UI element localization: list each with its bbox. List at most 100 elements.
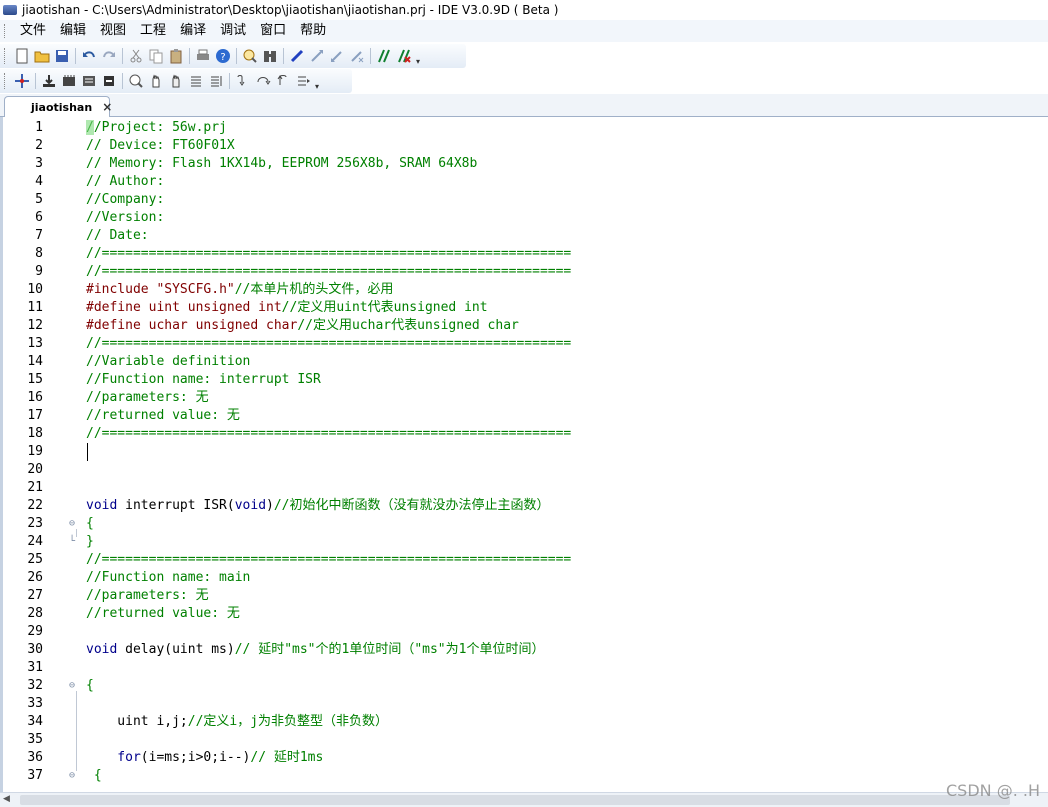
toolbar-grip[interactable] [4, 48, 8, 64]
tab-bar: jiaotishan × [0, 94, 1048, 117]
zoom-icon[interactable] [127, 72, 145, 90]
line-number: 17 [27, 408, 43, 423]
code-line[interactable]: 18 //====================================… [3, 425, 1048, 443]
line-number: 1 [35, 120, 43, 135]
menu-view[interactable]: 视图 [93, 20, 133, 42]
code-line[interactable]: 28 //returned value: 无 [3, 605, 1048, 623]
redo-icon[interactable] [100, 47, 118, 65]
bookmark-next-icon[interactable] [308, 47, 326, 65]
help-icon[interactable]: ? [214, 47, 232, 65]
download-icon[interactable] [40, 72, 58, 90]
code-text: //Version: [86, 210, 165, 225]
menu-build[interactable]: 编译 [173, 20, 213, 42]
cut-icon[interactable] [127, 47, 145, 65]
code-line[interactable]: 21 [3, 479, 1048, 497]
code-line[interactable]: 6 //Version: [3, 209, 1048, 227]
menu-debug[interactable]: 调试 [213, 20, 253, 42]
code-line[interactable]: 23 ⊖{ [3, 515, 1048, 533]
code-line[interactable]: 12 #define uchar unsigned char//定义用uchar代… [3, 317, 1048, 335]
save-icon[interactable] [53, 47, 71, 65]
toolbar-separator [122, 73, 123, 89]
code-text: // Date: [86, 228, 149, 243]
find-icon[interactable] [241, 47, 259, 65]
menu-window[interactable]: 窗口 [253, 20, 293, 42]
code-line[interactable]: 5 //Company: [3, 191, 1048, 209]
memory-icon[interactable] [60, 72, 78, 90]
line-number: 19 [27, 444, 43, 459]
code-line[interactable]: 31 [3, 659, 1048, 677]
scrollbar-thumb[interactable] [20, 795, 1010, 805]
reset-icon[interactable] [100, 72, 118, 90]
code-line[interactable]: 4 // Author: [3, 173, 1048, 191]
bookmark-prev-icon[interactable] [328, 47, 346, 65]
new-file-icon[interactable] [13, 47, 31, 65]
scroll-left-icon[interactable]: ◀ [3, 794, 10, 804]
binoculars-icon[interactable] [261, 47, 279, 65]
code-line[interactable]: 13 //====================================… [3, 335, 1048, 353]
code-line[interactable]: 10 #include "SYSCFG.h"//本单片机的头文件，必用 [3, 281, 1048, 299]
uncomment-icon[interactable] [395, 47, 413, 65]
code-line[interactable]: 35 [3, 731, 1048, 749]
code-line[interactable]: 32 ⊖{ [3, 677, 1048, 695]
code-line[interactable]: 16 //parameters: 无 [3, 389, 1048, 407]
code-line[interactable]: 20 [3, 461, 1048, 479]
code-line[interactable]: 26 //Function name: main [3, 569, 1048, 587]
code-line[interactable]: 2 // Device: FT60F01X [3, 137, 1048, 155]
paste-icon[interactable] [167, 47, 185, 65]
code-line[interactable]: 34 uint i,j;//定义i，j为非负整型（非负数） [3, 713, 1048, 731]
code-line[interactable]: 8 //=====================================… [3, 245, 1048, 263]
copy-icon[interactable] [147, 47, 165, 65]
menu-help[interactable]: 帮助 [293, 20, 333, 42]
horizontal-scrollbar[interactable]: ◀ [0, 792, 1048, 807]
list2-icon[interactable] [207, 72, 225, 90]
open-folder-icon[interactable] [33, 47, 51, 65]
debug-move-icon[interactable] [13, 72, 31, 90]
code-line[interactable]: 14 //Variable definition [3, 353, 1048, 371]
registers-icon[interactable] [80, 72, 98, 90]
line-number: 32 [27, 678, 43, 693]
menu-project[interactable]: 工程 [133, 20, 173, 42]
hand2-icon[interactable] [167, 72, 185, 90]
run-to-cursor-icon[interactable] [294, 72, 312, 90]
code-line[interactable]: 27 //parameters: 无 [3, 587, 1048, 605]
code-line[interactable]: 11 #define uint unsigned int//定义用uint代表un… [3, 299, 1048, 317]
code-line[interactable]: 25 //====================================… [3, 551, 1048, 569]
code-line[interactable]: 33 [3, 695, 1048, 713]
code-text: #define uchar unsigned char//定义用uchar代表u… [86, 318, 519, 333]
code-line[interactable]: 1 //Project: 56w.prj [3, 119, 1048, 137]
line-number: 9 [35, 264, 43, 279]
menu-bar: 文件 编辑 视图 工程 编译 调试 窗口 帮助 [0, 20, 1048, 42]
code-line[interactable]: 17 //returned value: 无 [3, 407, 1048, 425]
menu-file[interactable]: 文件 [13, 20, 53, 42]
code-line[interactable]: 36 for(i=ms;i>0;i--)// 延时1ms [3, 749, 1048, 767]
hand-icon[interactable] [147, 72, 165, 90]
toolbar-grip[interactable] [4, 73, 8, 89]
bookmark-clear-icon[interactable] [348, 47, 366, 65]
code-line[interactable]: 15 //Function name: interrupt ISR [3, 371, 1048, 389]
step-into-icon[interactable] [234, 72, 252, 90]
menubar-grip[interactable] [4, 24, 8, 38]
code-editor[interactable]: 1 //Project: 56w.prj 2 // Device: FT60F01X 3… [0, 117, 1048, 792]
step-out-icon[interactable] [274, 72, 292, 90]
code-line[interactable]: 24 └} [3, 533, 1048, 551]
undo-icon[interactable] [80, 47, 98, 65]
toolbar-overflow-icon[interactable]: ▾ [414, 46, 422, 66]
close-icon[interactable]: × [102, 100, 112, 114]
print-icon[interactable] [194, 47, 212, 65]
code-line[interactable]: 9 //=====================================… [3, 263, 1048, 281]
code-line[interactable]: 3 // Memory: Flash 1KX14b, EEPROM 256X8b,… [3, 155, 1048, 173]
tab-jiaotishan[interactable]: jiaotishan × [4, 96, 112, 117]
line-number: 13 [27, 336, 43, 351]
menu-edit[interactable]: 编辑 [53, 20, 93, 42]
toolbar-overflow-icon[interactable]: ▾ [313, 71, 321, 91]
code-line[interactable]: 29 [3, 623, 1048, 641]
bookmark-toggle-icon[interactable] [288, 47, 306, 65]
code-line[interactable]: 30 void delay(uint ms)// 延时"ms"个的1单位时间（"m… [3, 641, 1048, 659]
code-line[interactable]: 19 [3, 443, 1048, 461]
code-line[interactable]: 7 // Date: [3, 227, 1048, 245]
code-line[interactable]: 22 void interrupt ISR(void)//初始化中断函数（没有就没… [3, 497, 1048, 515]
step-over-icon[interactable] [254, 72, 272, 90]
code-line[interactable]: 37 ⊖ { [3, 767, 1048, 785]
comment-icon[interactable] [375, 47, 393, 65]
list-icon[interactable] [187, 72, 205, 90]
